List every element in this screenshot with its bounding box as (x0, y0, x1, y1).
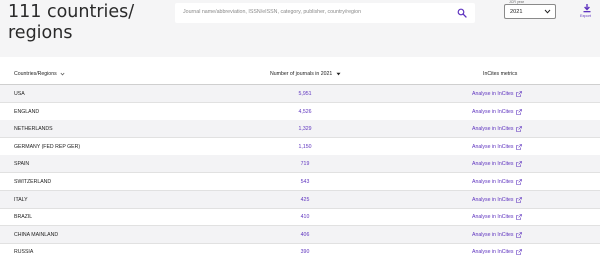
country-cell: ITALY (14, 196, 28, 203)
search-input[interactable]: Journal name/abbreviation, ISSN/eISSN, c… (183, 9, 361, 15)
table-row: SPAIN 719 Analyse in InCites (0, 155, 600, 174)
country-cell: USA (14, 91, 25, 97)
journal-count-link[interactable]: 410 (301, 214, 310, 220)
external-link-icon[interactable] (516, 143, 522, 150)
journal-count-link[interactable]: 4,526 (299, 109, 312, 115)
country-cell: SPAIN (14, 161, 30, 168)
country-cell: NETHERLANDS (14, 126, 53, 133)
analyse-incites-link[interactable]: Analyse in InCites (472, 161, 514, 167)
country-cell: BRAZIL (14, 214, 33, 221)
download-icon[interactable] (582, 3, 592, 13)
external-link-icon[interactable] (516, 126, 522, 132)
analyse-incites-link[interactable]: Analyse in InCites (472, 197, 514, 203)
jcr-year-value[interactable]: 2021 (510, 9, 522, 15)
analyse-incites-link[interactable]: Analyse in InCites (472, 144, 514, 150)
external-link-icon[interactable] (516, 179, 522, 185)
chevron-down-icon[interactable] (544, 9, 551, 14)
column-header-country-label: Countries/Regions (14, 71, 57, 77)
analyse-incites-link[interactable]: Analyse in InCites (472, 249, 514, 255)
table-row: ENGLAND 4,526 Analyse in InCites (0, 103, 600, 121)
sort-arrow-icon[interactable] (336, 72, 341, 76)
journal-count-link[interactable]: 719 (301, 161, 310, 167)
external-link-icon[interactable] (516, 249, 522, 256)
external-link-icon[interactable] (516, 214, 522, 220)
external-link-icon[interactable] (516, 108, 522, 115)
column-header-num-journals[interactable]: Number of journals in 2021 (270, 71, 341, 77)
table-row: SWITZERLAND 543 Analyse in InCites (0, 173, 600, 191)
external-link-icon[interactable] (516, 161, 522, 168)
country-cell: ENGLAND (14, 108, 40, 115)
country-cell: CHINA MAINLAND (14, 231, 59, 238)
journal-count-link[interactable]: 425 (301, 197, 310, 203)
analyse-incites-link[interactable]: Analyse in InCites (472, 109, 514, 115)
export-button[interactable]: Export (580, 14, 591, 18)
search-box[interactable]: Journal name/abbreviation, ISSN/eISSN, c… (175, 3, 475, 23)
page-title: 111 countries/ regions (8, 2, 135, 43)
country-cell: SWITZERLAND (14, 179, 52, 185)
analyse-incites-link[interactable]: Analyse in InCites (472, 179, 514, 185)
external-link-icon[interactable] (516, 196, 522, 203)
table-row: BRAZIL 410 Analyse in InCites (0, 208, 600, 227)
country-cell: RUSSIA (14, 249, 34, 256)
external-link-icon[interactable] (516, 91, 522, 97)
table-row: RUSSIA 390 Analyse in InCites (0, 243, 600, 259)
sort-arrow-icon[interactable] (60, 72, 65, 76)
table-row: ITALY 425 Analyse in InCites (0, 190, 600, 209)
country-cell: GERMANY (FED REP GER) (14, 143, 81, 150)
column-header-country[interactable]: Countries/Regions (14, 71, 65, 77)
journal-count-link[interactable]: 543 (301, 179, 310, 185)
journal-count-link[interactable]: 406 (301, 232, 310, 238)
table-row: GERMANY (FED REP GER) 1,150 Analyse in InC… (0, 138, 600, 156)
column-header-num-journals-label: Number of journals in 2021 (270, 71, 333, 77)
journal-count-link[interactable]: 5,951 (299, 91, 312, 97)
jcr-year-label: JCR year (508, 0, 525, 4)
journal-count-link[interactable]: 1,329 (299, 126, 312, 132)
analyse-incites-link[interactable]: Analyse in InCites (472, 91, 514, 97)
analyse-incites-link[interactable]: Analyse in InCites (472, 126, 514, 132)
table-row: NETHERLANDS 1,329 Analyse in InCites (0, 120, 600, 139)
journal-count-link[interactable]: 1,150 (299, 144, 312, 150)
analyse-incites-link[interactable]: Analyse in InCites (472, 214, 514, 220)
external-link-icon[interactable] (516, 231, 522, 238)
table-row: CHINA MAINLAND 406 Analyse in InCites (0, 225, 600, 244)
journal-count-link[interactable]: 390 (301, 249, 310, 255)
analyse-incites-link[interactable]: Analyse in InCites (472, 232, 514, 238)
search-icon[interactable] (457, 8, 467, 18)
column-header-metrics: InCites metrics (483, 71, 518, 77)
table-row: USA 5,951 Analyse in InCites (0, 85, 600, 103)
